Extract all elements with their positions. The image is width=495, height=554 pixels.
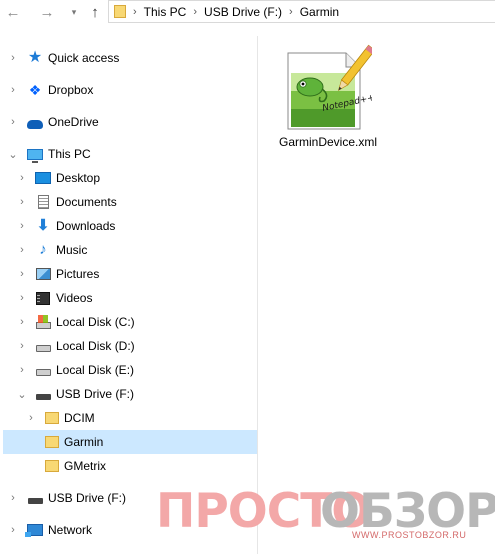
file-item[interactable]: Notepad++ GarminDevice.xml bbox=[279, 41, 379, 166]
folder-icon bbox=[44, 410, 60, 426]
this-pc-monitor-icon bbox=[27, 146, 43, 163]
nav-item-label: This PC bbox=[48, 147, 91, 161]
pane-divider[interactable] bbox=[257, 36, 258, 554]
videos-filmstrip-icon bbox=[35, 290, 51, 306]
usb-drive-icon bbox=[35, 386, 51, 402]
nav-item-dcim[interactable]: › DCIM bbox=[3, 406, 257, 430]
downloads-arrow-icon: ⬇ bbox=[36, 217, 50, 234]
nav-item-gmetrix[interactable]: GMetrix bbox=[3, 454, 257, 478]
nav-item-downloads[interactable]: › ⬇ Downloads bbox=[3, 214, 257, 238]
nav-item-label: Music bbox=[56, 243, 88, 257]
breadcrumb-separator: › bbox=[193, 5, 198, 18]
nav-item-label: Local Disk (E:) bbox=[56, 363, 135, 377]
breadcrumb-this-pc[interactable]: This PC bbox=[144, 5, 187, 19]
up-button[interactable]: ↑ bbox=[85, 2, 105, 22]
dropbox-icon: ❖ bbox=[28, 82, 42, 98]
address-toolbar: ← → ▾ ↑ › This PC › USB Drive (F:) › Gar… bbox=[0, 0, 495, 24]
forward-button[interactable]: → bbox=[37, 2, 57, 22]
nav-item-label: Quick access bbox=[48, 51, 120, 65]
chevron-right-icon[interactable]: › bbox=[16, 196, 28, 208]
chevron-right-icon[interactable]: › bbox=[16, 268, 28, 280]
chevron-right-icon[interactable]: › bbox=[7, 524, 19, 536]
nav-item-label: Documents bbox=[56, 195, 117, 209]
back-button[interactable]: ← bbox=[3, 2, 23, 22]
notepad-plus-plus-file-icon: Notepad++ bbox=[287, 44, 372, 130]
documents-icon bbox=[35, 194, 51, 210]
chevron-right-icon[interactable]: › bbox=[7, 84, 19, 96]
folder-icon bbox=[44, 458, 60, 474]
nav-item-label: DCIM bbox=[64, 411, 95, 425]
hard-drive-icon bbox=[35, 362, 51, 378]
chevron-right-icon[interactable]: › bbox=[25, 412, 37, 424]
watermark-url: WWW.PROSTOBZOR.RU bbox=[352, 530, 467, 540]
nav-item-label: Downloads bbox=[56, 219, 116, 233]
nav-item-label: Garmin bbox=[64, 435, 104, 449]
up-arrow-icon: ↑ bbox=[91, 3, 99, 21]
chevron-right-icon[interactable]: › bbox=[16, 292, 28, 304]
desktop-icon bbox=[35, 170, 51, 186]
breadcrumb-garmin[interactable]: Garmin bbox=[300, 5, 339, 19]
music-note-icon: ♪ bbox=[39, 241, 47, 258]
nav-item-desktop[interactable]: › Desktop bbox=[3, 166, 257, 190]
nav-item-label: Network bbox=[48, 523, 93, 537]
pictures-icon bbox=[35, 266, 51, 282]
back-arrow-icon: ← bbox=[5, 3, 21, 21]
nav-item-videos[interactable]: › Videos bbox=[3, 286, 257, 310]
nav-item-label: Videos bbox=[56, 291, 93, 305]
folder-icon bbox=[114, 5, 126, 18]
system-drive-icon bbox=[35, 314, 51, 330]
chevron-right-icon[interactable]: › bbox=[7, 52, 19, 64]
chevron-down-icon: ▾ bbox=[71, 6, 77, 17]
nav-item-this-pc[interactable]: ⌄ This PC bbox=[3, 142, 257, 166]
chevron-down-icon[interactable]: ⌄ bbox=[7, 148, 19, 161]
nav-item-documents[interactable]: › Documents bbox=[3, 190, 257, 214]
nav-item-dropbox[interactable]: › ❖ Dropbox bbox=[3, 78, 257, 102]
folder-icon bbox=[44, 434, 60, 450]
breadcrumb-separator: › bbox=[133, 5, 137, 18]
file-name: GarminDevice.xml bbox=[279, 135, 378, 149]
chevron-right-icon[interactable]: › bbox=[7, 492, 19, 504]
nav-item-local-disk-d[interactable]: › Local Disk (D:) bbox=[3, 334, 257, 358]
chevron-right-icon[interactable]: › bbox=[16, 316, 28, 328]
chevron-right-icon[interactable]: › bbox=[16, 244, 28, 256]
forward-arrow-icon: → bbox=[39, 3, 55, 21]
breadcrumb-separator: › bbox=[289, 5, 293, 18]
nav-item-label: USB Drive (F:) bbox=[48, 491, 126, 505]
nav-item-label: OneDrive bbox=[48, 115, 99, 129]
network-icon bbox=[25, 522, 43, 538]
chevron-down-icon[interactable]: ⌄ bbox=[16, 388, 28, 401]
nav-item-label: GMetrix bbox=[64, 459, 106, 473]
address-field[interactable]: › This PC › USB Drive (F:) › Garmin bbox=[108, 0, 495, 23]
nav-item-music[interactable]: › ♪ Music bbox=[3, 238, 257, 262]
chevron-right-icon[interactable]: › bbox=[16, 364, 28, 376]
recent-locations-dropdown[interactable]: ▾ bbox=[64, 2, 84, 22]
nav-item-label: USB Drive (F:) bbox=[56, 387, 134, 401]
usb-drive-icon bbox=[27, 490, 43, 506]
nav-item-pictures[interactable]: › Pictures bbox=[3, 262, 257, 286]
chevron-right-icon[interactable]: › bbox=[16, 172, 28, 184]
nav-item-usb-drive-f[interactable]: ⌄ USB Drive (F:) bbox=[3, 382, 257, 406]
nav-item-label: Local Disk (C:) bbox=[56, 315, 135, 329]
watermark-logo: ПРОСТО ОБЗОР WWW.PROSTOBZOR.RU bbox=[156, 487, 495, 545]
nav-item-onedrive[interactable]: › OneDrive bbox=[3, 110, 257, 134]
nav-item-local-disk-e[interactable]: › Local Disk (E:) bbox=[3, 358, 257, 382]
onedrive-cloud-icon bbox=[27, 114, 43, 130]
nav-item-garmin[interactable]: Garmin bbox=[3, 430, 257, 454]
quick-access-star-icon: ★ bbox=[27, 49, 43, 66]
navigation-pane: › ★ Quick access › ❖ Dropbox › OneDrive … bbox=[0, 36, 257, 554]
nav-item-label: Pictures bbox=[56, 267, 100, 281]
nav-item-quick-access[interactable]: › ★ Quick access bbox=[3, 46, 257, 70]
chevron-right-icon[interactable]: › bbox=[16, 340, 28, 352]
chevron-right-icon[interactable]: › bbox=[16, 220, 28, 232]
nav-item-label: Desktop bbox=[56, 171, 101, 185]
breadcrumb-usb-drive[interactable]: USB Drive (F:) bbox=[204, 5, 282, 19]
nav-item-label: Local Disk (D:) bbox=[56, 339, 135, 353]
hard-drive-icon bbox=[35, 338, 51, 354]
nav-item-label: Dropbox bbox=[48, 83, 94, 97]
chevron-right-icon[interactable]: › bbox=[7, 116, 19, 128]
nav-item-local-disk-c[interactable]: › Local Disk (C:) bbox=[3, 310, 257, 334]
